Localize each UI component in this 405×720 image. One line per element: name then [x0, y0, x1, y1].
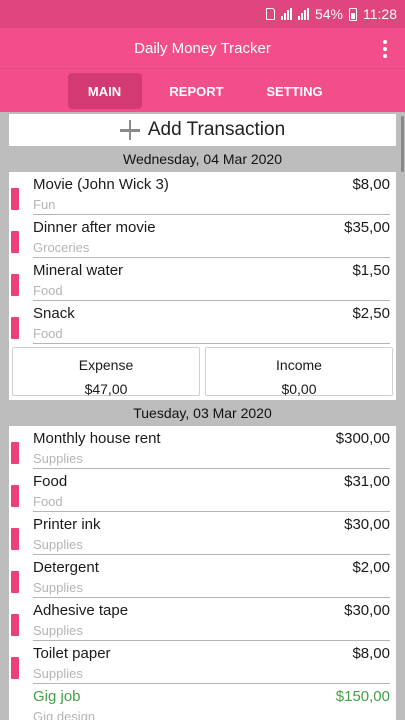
transaction-row[interactable]: Printer ink $30,00 Supplies	[9, 512, 396, 555]
transaction-amount: $30,00	[344, 602, 390, 619]
expense-marker	[11, 231, 19, 253]
overflow-menu-icon[interactable]	[379, 38, 391, 60]
transaction-category: Supplies	[33, 451, 83, 466]
transaction-amount: $150,00	[335, 688, 390, 705]
row-divider	[33, 343, 390, 344]
transaction-name: Mineral water	[33, 262, 124, 279]
transaction-category: Gig design	[33, 709, 96, 720]
signal-icon	[280, 8, 292, 20]
transaction-row[interactable]: Dinner after movie $35,00 Groceries	[9, 215, 396, 258]
transaction-name: Printer ink	[33, 516, 101, 533]
transaction-row[interactable]: Monthly house rent $300,00 Supplies	[9, 426, 396, 469]
transaction-amount: $8,00	[352, 645, 390, 662]
tab-bar: MAIN REPORT SETTING	[0, 68, 405, 112]
tab-report[interactable]: REPORT	[160, 73, 234, 109]
battery-icon	[349, 7, 357, 21]
transaction-name: Snack	[33, 305, 75, 322]
expense-marker	[11, 317, 19, 339]
tab-main[interactable]: MAIN	[67, 73, 142, 109]
battery-percent: 54%	[314, 6, 343, 22]
transaction-row[interactable]: Snack $2,50 Food	[9, 301, 396, 344]
transaction-category: Supplies	[33, 623, 83, 638]
day-group: Movie (John Wick 3) $8,00 Fun Dinner after…	[9, 172, 396, 400]
transaction-amount: $31,00	[344, 473, 390, 490]
day-summary: Expense $47,00 Income $0,00	[9, 344, 396, 400]
transaction-name: Food	[33, 473, 68, 490]
expense-marker	[11, 485, 19, 507]
app-title: Daily Money Tracker	[134, 39, 271, 57]
expense-marker	[11, 614, 19, 636]
transaction-name: Toilet paper	[33, 645, 111, 662]
income-transaction-row[interactable]: Gig job $150,00 Gig design	[9, 684, 396, 720]
expense-marker	[11, 442, 19, 464]
transaction-category: Groceries	[33, 240, 90, 255]
transaction-name: Detergent	[33, 559, 99, 576]
expense-total: $47,00	[84, 381, 128, 397]
date-header: Wednesday, 04 Mar 2020	[122, 151, 283, 167]
transaction-category: Food	[33, 494, 63, 509]
expense-marker	[11, 657, 19, 679]
app-bar: Daily Money Tracker	[0, 28, 405, 68]
transaction-row[interactable]: Detergent $2,00 Supplies	[9, 555, 396, 598]
transaction-category: Food	[33, 326, 63, 341]
transaction-row[interactable]: Mineral water $1,50 Food	[9, 258, 396, 301]
transaction-name: Gig job	[33, 688, 81, 705]
transaction-name: Adhesive tape	[33, 602, 129, 619]
transaction-category: Food	[33, 283, 63, 298]
signal-icon	[297, 8, 309, 20]
transaction-name: Movie (John Wick 3)	[33, 176, 169, 193]
expense-marker	[11, 571, 19, 593]
transaction-amount: $2,00	[352, 559, 390, 576]
expense-marker	[11, 528, 19, 550]
transaction-row[interactable]: Movie (John Wick 3) $8,00 Fun	[9, 172, 396, 215]
income-total: $0,00	[281, 381, 317, 397]
transaction-category: Fun	[33, 197, 56, 212]
transaction-amount: $1,50	[352, 262, 390, 279]
add-transaction-label: Add Transaction	[147, 119, 286, 140]
transaction-category: Supplies	[33, 666, 83, 681]
sim-card-icon	[265, 8, 275, 20]
income-label: Income	[276, 357, 322, 373]
transaction-amount: $2,50	[352, 305, 390, 322]
transaction-name: Monthly house rent	[33, 430, 161, 447]
status-bar: 54% 11:28	[0, 0, 405, 28]
date-header: Tuesday, 03 Mar 2020	[133, 405, 272, 421]
transaction-list[interactable]: Add Transaction Wednesday, 04 Mar 2020 M…	[0, 112, 405, 720]
transaction-amount: $300,00	[335, 430, 390, 447]
clock: 11:28	[363, 6, 397, 22]
transaction-category: Supplies	[33, 580, 83, 595]
transaction-name: Dinner after movie	[33, 219, 156, 236]
add-transaction-button[interactable]: Add Transaction	[9, 114, 396, 146]
expense-marker	[11, 274, 19, 296]
transaction-row[interactable]: Toilet paper $8,00 Supplies	[9, 641, 396, 684]
transaction-amount: $8,00	[352, 176, 390, 193]
transaction-row[interactable]: Food $31,00 Food	[9, 469, 396, 512]
transaction-amount: $30,00	[344, 516, 390, 533]
tab-setting[interactable]: SETTING	[252, 73, 338, 109]
plus-icon	[119, 120, 140, 140]
expense-summary: Expense $47,00	[12, 347, 200, 397]
transaction-category: Supplies	[33, 537, 83, 552]
transaction-amount: $35,00	[344, 219, 390, 236]
expense-label: Expense	[78, 357, 134, 373]
transaction-row[interactable]: Adhesive tape $30,00 Supplies	[9, 598, 396, 641]
expense-marker	[11, 188, 19, 210]
scrollbar[interactable]	[401, 116, 404, 172]
income-summary: Income $0,00	[205, 347, 393, 397]
day-group: Monthly house rent $300,00 Supplies Food $3…	[9, 426, 396, 720]
